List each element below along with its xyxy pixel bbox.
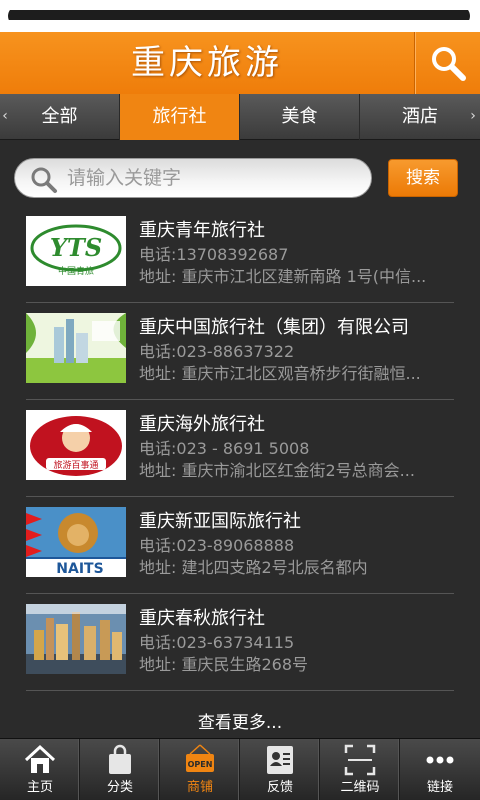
header-search-button[interactable] (414, 32, 480, 94)
nav-feedback[interactable]: 反馈 (240, 739, 320, 800)
search-row: 搜索 (0, 150, 480, 206)
svg-text:NAITS: NAITS (56, 561, 103, 577)
agency-phone: 电话:023-63734115 (139, 633, 295, 652)
nav-label: 二维码 (340, 780, 380, 795)
tab-all[interactable]: 全部 (0, 94, 120, 140)
agency-address: 地址: 重庆市江北区建新南路 1号(中信... (139, 267, 427, 286)
nav-shops[interactable]: OPEN 商铺 (160, 739, 240, 800)
qr-scan-icon (344, 744, 376, 776)
tab-hotel[interactable]: 酒店 (360, 94, 480, 140)
nav-label: 分类 (106, 780, 133, 795)
search-input[interactable] (67, 163, 357, 193)
nav-label: 商铺 (186, 780, 213, 795)
list-item[interactable]: NAITS 重庆新亚国际旅行社 电话:023-89068888 地址: 建北四支… (26, 497, 454, 594)
svg-text:中国青旅: 中国青旅 (58, 265, 94, 277)
tab-scroll-left-icon[interactable]: ‹ (0, 94, 10, 140)
agency-name: 重庆青年旅行社 (139, 220, 265, 241)
agency-phone: 电话:023-89068888 (139, 536, 295, 555)
contact-card-icon (267, 746, 293, 774)
app-title: 重庆旅游 (131, 43, 283, 83)
list-item[interactable]: 旅游百事通 重庆海外旅行社 电话:023 - 8691 5008 地址: 重庆市… (26, 400, 454, 497)
agency-photo-skyline (26, 604, 126, 674)
agency-name: 重庆海外旅行社 (139, 414, 265, 435)
shopping-bag-icon (109, 744, 131, 774)
nav-links[interactable]: 链接 (400, 739, 480, 800)
search-icon (432, 47, 466, 81)
search-button[interactable]: 搜索 (388, 159, 458, 197)
magnifier-icon (31, 167, 57, 193)
agency-phone: 电话:023 - 8691 5008 (139, 439, 310, 458)
tab-scroll-right-icon[interactable]: › (468, 94, 478, 140)
nav-qrcode[interactable]: 二维码 (320, 739, 400, 800)
agency-name: 重庆中国旅行社（集团）有限公司 (139, 317, 409, 338)
agency-list: YTS 中国青旅 重庆青年旅行社 电话:13708392687 地址: 重庆市江… (26, 206, 454, 691)
category-tab-bar: 全部 旅行社 美食 酒店 ‹ › (0, 94, 480, 140)
search-box (14, 158, 372, 198)
more-dots-icon (426, 756, 454, 764)
agency-photo-city (26, 313, 126, 383)
list-item[interactable]: 重庆中国旅行社（集团）有限公司 电话:023-88637322 地址: 重庆市江… (26, 303, 454, 400)
agency-logo-lion: NAITS (26, 507, 126, 577)
nav-home[interactable]: 主页 (0, 739, 80, 800)
agency-phone: 电话:023-88637322 (139, 342, 295, 361)
svg-text:OPEN: OPEN (188, 760, 213, 769)
list-item[interactable]: 重庆春秋旅行社 电话:023-63734115 地址: 重庆民生路268号 (26, 594, 454, 691)
bottom-nav: 主页 分类 OPEN 商铺 反馈 二维码 链接 (0, 738, 480, 800)
agency-address: 地址: 重庆市江北区观音桥步行街融恒... (139, 364, 421, 383)
tab-food[interactable]: 美食 (240, 94, 360, 140)
agency-name: 重庆新亚国际旅行社 (139, 511, 301, 532)
status-bar-redacted (8, 6, 470, 26)
home-icon (24, 744, 56, 773)
status-bar (0, 0, 480, 32)
list-item[interactable]: YTS 中国青旅 重庆青年旅行社 电话:13708392687 地址: 重庆市江… (26, 206, 454, 303)
agency-logo-cartoon: 旅游百事通 (26, 410, 126, 480)
tab-travel-agency[interactable]: 旅行社 (120, 94, 240, 140)
agency-address: 地址: 重庆民生路268号 (139, 655, 309, 674)
nav-label: 主页 (26, 780, 53, 795)
svg-text:YTS: YTS (50, 233, 102, 262)
agency-address: 地址: 建北四支路2号北辰名都内 (139, 558, 368, 577)
agency-phone: 电话:13708392687 (139, 245, 289, 264)
nav-label: 反馈 (266, 780, 293, 795)
agency-address: 地址: 重庆市渝北区红金街2号总商会... (139, 461, 415, 480)
nav-category[interactable]: 分类 (80, 739, 160, 800)
app-header: 重庆旅游 (0, 32, 480, 94)
svg-text:旅游百事通: 旅游百事通 (53, 459, 98, 471)
agency-name: 重庆春秋旅行社 (139, 608, 265, 629)
nav-label: 链接 (426, 780, 453, 795)
agency-logo-cyts: YTS 中国青旅 (26, 216, 126, 286)
open-sign-icon: OPEN (186, 744, 214, 772)
view-more-link[interactable]: 查看更多... (0, 708, 480, 734)
